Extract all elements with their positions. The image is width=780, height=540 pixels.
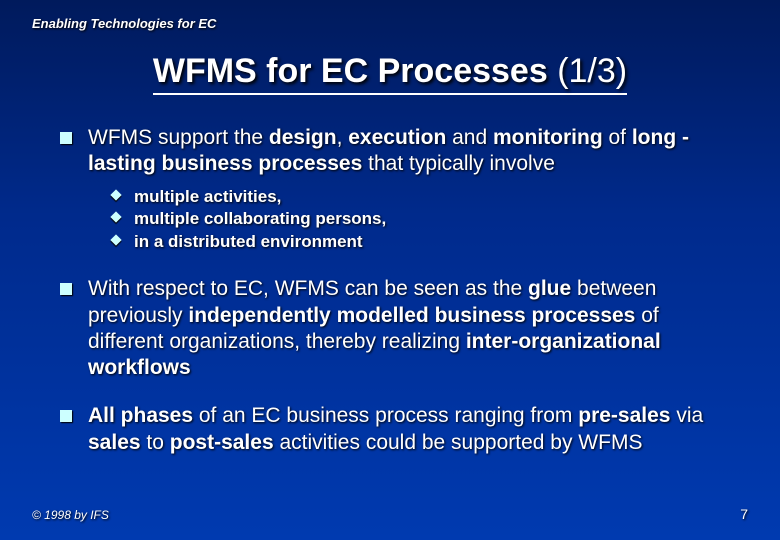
sub-bullet-1: multiple activities, [112, 186, 730, 209]
title-main: WFMS for EC Processes [153, 52, 548, 90]
slide-content: WFMS support the design, execution and m… [60, 125, 730, 456]
footer-copyright: © 1998 by IFS [32, 508, 109, 522]
header-label: Enabling Technologies for EC [32, 16, 216, 31]
bullet-2: With respect to EC, WFMS can be seen as … [60, 276, 730, 381]
sub-bullet-2: multiple collaborating persons, [112, 208, 730, 231]
slide-title: WFMS for EC Processes (1/3) [0, 0, 780, 95]
bullet-1: WFMS support the design, execution and m… [60, 125, 730, 254]
bullet-1-text: WFMS support the design, execution and m… [88, 126, 689, 175]
bullet-3: All phases of an EC business process ran… [60, 403, 730, 456]
sub-bullet-3: in a distributed environment [112, 231, 730, 254]
footer-page-number: 7 [740, 506, 748, 522]
title-page-count: (1/3) [557, 52, 627, 90]
